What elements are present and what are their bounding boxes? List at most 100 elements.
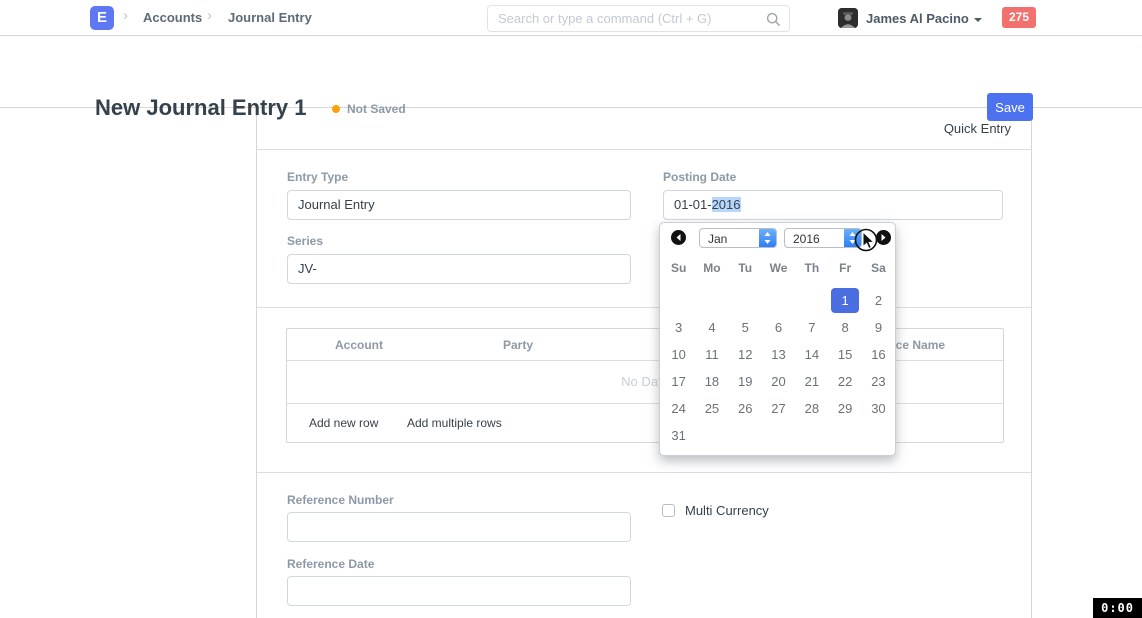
month-select[interactable]: Jan	[699, 228, 777, 248]
calendar-day[interactable]: 26	[729, 395, 762, 422]
calendar-day[interactable]: 23	[862, 368, 895, 395]
calendar-day-selected[interactable]: 1	[831, 288, 859, 313]
entry-type-label: Entry Type	[287, 170, 348, 184]
stepper-icon	[844, 229, 861, 247]
form-body: Quick Entry Entry Type Journal Entry Ser…	[256, 108, 1032, 618]
posting-date-field[interactable]: 01-01-2016	[663, 190, 1003, 220]
series-field[interactable]: JV-	[287, 254, 631, 284]
calendar-day[interactable]: 13	[762, 341, 795, 368]
page-title: New Journal Entry 1	[95, 95, 307, 121]
stepper-icon	[759, 229, 776, 247]
month-select-value: Jan	[708, 232, 727, 246]
calendar-day	[795, 422, 828, 449]
calendar-day[interactable]: 18	[695, 368, 728, 395]
breadcrumb-accounts[interactable]: Accounts	[143, 10, 202, 25]
calendar-day	[662, 287, 695, 314]
calendar-day[interactable]: 3	[662, 314, 695, 341]
breadcrumb-journal-entry[interactable]: Journal Entry	[228, 10, 312, 25]
calendar-day[interactable]: 29	[828, 395, 861, 422]
avatar[interactable]	[838, 8, 858, 28]
calendar-day[interactable]: 31	[662, 422, 695, 449]
global-search	[487, 5, 790, 32]
calendar-day[interactable]: 9	[862, 314, 895, 341]
avatar-silhouette-icon	[838, 8, 858, 28]
calendar-day[interactable]: 16	[862, 341, 895, 368]
calendar-day[interactable]: 5	[729, 314, 762, 341]
calendar-day	[762, 422, 795, 449]
calendar-day[interactable]: 19	[729, 368, 762, 395]
search-input[interactable]	[488, 6, 789, 31]
calendar-day[interactable]: 27	[762, 395, 795, 422]
entry-type-field[interactable]: Journal Entry	[287, 190, 631, 220]
multi-currency-checkbox[interactable]	[662, 504, 675, 517]
reference-date-field[interactable]	[287, 576, 631, 606]
calendar-day[interactable]: 24	[662, 395, 695, 422]
date-picker: Jan 2016 SuMoTuWeThFrSa 1234567891011121…	[659, 222, 896, 456]
add-multiple-rows-button[interactable]: Add multiple rows	[407, 416, 502, 430]
form-section-reference: Reference Number Reference Date Multi Cu…	[257, 473, 1031, 618]
calendar-day[interactable]: 12	[729, 341, 762, 368]
calendar-day[interactable]: 6	[762, 314, 795, 341]
year-select-value: 2016	[793, 232, 820, 246]
previous-month-button[interactable]	[671, 230, 686, 245]
form-section-accounts: Account Party Reference Name No Data Add…	[257, 308, 1031, 473]
calendar-day[interactable]: 8	[828, 314, 861, 341]
page-head: New Journal Entry 1 Not Saved Save	[0, 36, 1142, 108]
calendar-day[interactable]: 11	[695, 341, 728, 368]
calendar-day[interactable]: 17	[662, 368, 695, 395]
status-badge: Not Saved	[347, 102, 406, 116]
weekday-label: Fr	[828, 261, 861, 281]
weekday-label: We	[762, 261, 795, 281]
reference-number-field[interactable]	[287, 512, 631, 542]
quick-entry-link[interactable]: Quick Entry	[944, 121, 1011, 136]
posting-date-label: Posting Date	[663, 170, 736, 184]
user-menu[interactable]: James Al Pacino	[866, 11, 982, 26]
calendar-day	[695, 287, 728, 314]
weekday-label: Tu	[729, 261, 762, 281]
calendar-day[interactable]: 1	[828, 287, 861, 314]
grid-col-party: Party	[503, 338, 533, 352]
reference-date-label: Reference Date	[287, 557, 374, 571]
year-select[interactable]: 2016	[784, 228, 862, 248]
calendar-day	[729, 287, 762, 314]
save-button[interactable]: Save	[987, 93, 1033, 121]
calendar-day[interactable]: 2	[862, 287, 895, 314]
calendar-day[interactable]: 28	[795, 395, 828, 422]
app-logo[interactable]: E	[90, 6, 114, 30]
grid-col-account: Account	[335, 338, 383, 352]
calendar-day	[862, 422, 895, 449]
navbar: E › Accounts › Journal Entry James Al Pa…	[0, 0, 1142, 36]
posting-date-selected-text: 2016	[712, 197, 741, 212]
notification-badge[interactable]: 275	[1002, 7, 1036, 28]
form-section-main: Entry Type Journal Entry Series JV- Post…	[257, 150, 1031, 308]
breadcrumb-chevron-icon: ›	[123, 7, 128, 24]
calendar-day	[762, 287, 795, 314]
user-name-label: James Al Pacino	[866, 11, 969, 26]
calendar-day	[729, 422, 762, 449]
multi-currency-label: Multi Currency	[685, 503, 769, 518]
calendar-day[interactable]: 4	[695, 314, 728, 341]
calendar-day[interactable]: 7	[795, 314, 828, 341]
calendar-day[interactable]: 30	[862, 395, 895, 422]
calendar-day	[828, 422, 861, 449]
series-label: Series	[287, 234, 323, 248]
weekday-label: Su	[662, 261, 695, 281]
calendar-day[interactable]: 22	[828, 368, 861, 395]
calendar-day	[795, 287, 828, 314]
chevron-down-icon	[974, 18, 982, 22]
status-dot-icon	[332, 105, 340, 113]
calendar-day[interactable]: 10	[662, 341, 695, 368]
add-new-row-button[interactable]: Add new row	[309, 416, 378, 430]
search-icon	[766, 12, 781, 27]
reference-number-label: Reference Number	[287, 493, 394, 507]
calendar-day[interactable]: 21	[795, 368, 828, 395]
breadcrumb-chevron-icon: ›	[207, 7, 212, 24]
calendar-day[interactable]: 14	[795, 341, 828, 368]
calendar-day[interactable]: 20	[762, 368, 795, 395]
next-month-button[interactable]	[876, 230, 891, 245]
accounts-grid: Account Party Reference Name No Data Add…	[286, 328, 1004, 443]
calendar-day[interactable]: 15	[828, 341, 861, 368]
weekday-header: SuMoTuWeThFrSa	[662, 261, 895, 281]
posting-date-prefix: 01-01-	[674, 197, 712, 212]
calendar-day[interactable]: 25	[695, 395, 728, 422]
